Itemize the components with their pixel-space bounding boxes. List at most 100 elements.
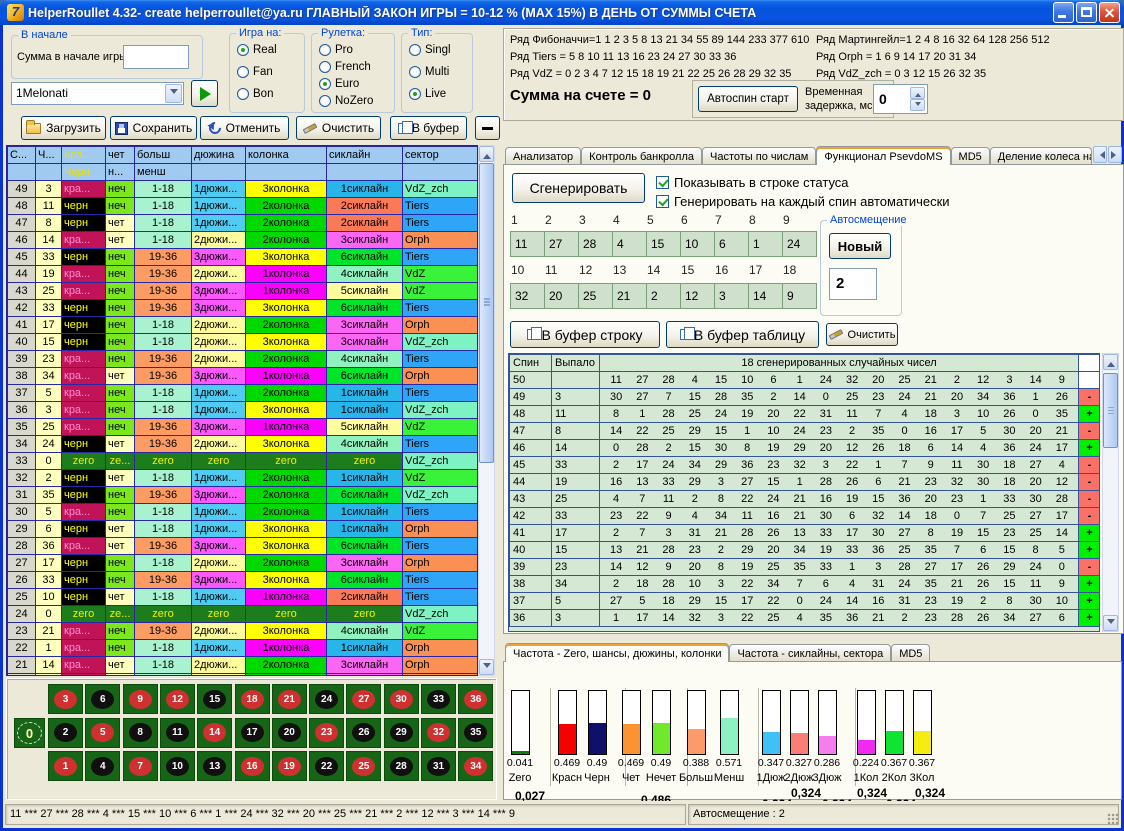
tab-частоты-по-числам[interactable]: Частоты по числам (702, 147, 816, 165)
board-cell-22[interactable]: 22 (309, 751, 344, 781)
chevron-down-icon[interactable] (165, 84, 182, 103)
radio-icon[interactable] (319, 61, 331, 73)
board-cell-5[interactable]: 5 (85, 718, 120, 748)
scrollbar-thumb[interactable] (1103, 373, 1118, 448)
close-button[interactable] (1099, 2, 1120, 23)
board-cell-7[interactable]: 7 (123, 751, 158, 781)
gen-table-row[interactable]: 37527518291517220241416312319283010+ (510, 593, 1101, 610)
table-row[interactable]: 322чернчет1-181дюжи...2колонка1сиклайнVd… (8, 470, 479, 487)
resize-grip[interactable] (1107, 813, 1119, 825)
board-cell-3[interactable]: 3 (48, 684, 83, 714)
gen-table-row[interactable]: 3631171432322254353621223282634276+ (510, 610, 1101, 627)
toolbar-button-4[interactable]: В буфер (390, 116, 467, 140)
table-row[interactable]: 363кра...неч1-181дюжи...3колонка1сиклайн… (8, 402, 479, 419)
table-row[interactable]: 3834кра...чет19-363дюжи...1колонка6сикла… (8, 368, 479, 385)
autoshift-value-field[interactable]: 2 (829, 268, 877, 300)
board-cell-30[interactable]: 30 (384, 684, 419, 714)
board-cell-18[interactable]: 18 (235, 684, 270, 714)
table-row[interactable]: 4533черннеч19-363дюжи...3колонка6сиклайн… (8, 249, 479, 266)
tab-контроль-банкролла[interactable]: Контроль банкролла (581, 147, 702, 165)
gen-table-row[interactable]: 42332322943411162130632141807252717- (510, 508, 1101, 525)
board-cell-17[interactable]: 17 (235, 718, 270, 748)
gen-table-scrollbar[interactable] (1102, 353, 1119, 632)
board-cell-36[interactable]: 36 (458, 684, 493, 714)
freq-tab-2[interactable]: MD5 (891, 644, 930, 662)
scroll-up-icon[interactable] (1103, 354, 1118, 370)
table-row[interactable]: 2014кра...чет1-182дюжи...2колонка3сиклай… (8, 674, 479, 677)
board-cell-35[interactable]: 35 (458, 718, 493, 748)
radio-icon[interactable] (319, 78, 331, 90)
start-sum-input[interactable] (123, 45, 189, 69)
gen-table-row[interactable]: 411727331212826133317302781915232514+ (510, 525, 1101, 542)
toolbar-button-2[interactable]: Отменить (200, 116, 289, 140)
board-cell-zero[interactable]: 0 (14, 718, 45, 748)
scroll-down-icon[interactable] (1103, 615, 1118, 631)
gen-table-row[interactable]: 43254711282224211619153620231333028- (510, 491, 1101, 508)
table-row[interactable]: 330zeroze...zerozerozerozeroVdZ_zch (8, 453, 479, 470)
new-shift-button[interactable]: Новый (829, 233, 891, 259)
table-row[interactable]: 2510чернчет1-181дюжи...1колонка2сиклайнT… (8, 589, 479, 606)
radio-icon[interactable] (409, 88, 421, 100)
spins-history-table[interactable]: С...Ч...Кра...четбольшдюжинаколонкасикла… (6, 145, 478, 676)
tab-анализатор[interactable]: Анализатор (505, 147, 581, 165)
board-cell-31[interactable]: 31 (421, 751, 456, 781)
tab-scroll-left-icon[interactable] (1093, 146, 1107, 163)
table-row[interactable]: 375кра...неч1-181дюжи...2колонка1сиклайн… (8, 385, 479, 402)
gen-table-row[interactable]: 4419161333293271512826621233230182012- (510, 474, 1101, 491)
spin-down-icon[interactable] (910, 99, 925, 111)
board-cell-16[interactable]: 16 (235, 751, 270, 781)
table-row[interactable]: 305кра...неч1-181дюжи...2колонка1сиклайн… (8, 504, 479, 521)
board-cell-8[interactable]: 8 (123, 718, 158, 748)
radio-type-singl[interactable]: Singl (409, 44, 451, 56)
gen-table-row[interactable]: 50112728415106124322025212123149 (510, 372, 1101, 389)
autospin-start-button[interactable]: Автоспин старт (698, 86, 798, 112)
board-cell-27[interactable]: 27 (346, 684, 381, 714)
board-cell-29[interactable]: 29 (384, 718, 419, 748)
board-cell-21[interactable]: 21 (272, 684, 307, 714)
board-cell-25[interactable]: 25 (346, 751, 381, 781)
board-cell-26[interactable]: 26 (346, 718, 381, 748)
tab-md5[interactable]: MD5 (951, 147, 990, 165)
tab-деление-колеса-на[interactable]: Деление колеса на (990, 147, 1092, 165)
table-row[interactable]: 3135черннеч19-363дюжи...2колонка6сиклайн… (8, 487, 479, 504)
table-row[interactable]: 4811черннеч1-181дюжи...2колонка2сиклайнT… (8, 198, 479, 215)
radio-roulette-euro[interactable]: Euro (319, 78, 359, 90)
scrollbar-thumb[interactable] (479, 163, 494, 463)
gen-table-row[interactable]: 47814222529151102423235016175302021- (510, 423, 1101, 440)
play-button[interactable] (191, 80, 218, 107)
board-cell-6[interactable]: 6 (85, 684, 120, 714)
gen-table-row[interactable]: 3834218281032234764312435212615119+ (510, 576, 1101, 593)
radio-type-live[interactable]: Live (409, 88, 446, 100)
radio-icon[interactable] (409, 44, 421, 56)
preset-combobox[interactable]: 1Melonati (11, 82, 184, 105)
board-cell-20[interactable]: 20 (272, 718, 307, 748)
checkbox-icon[interactable] (656, 195, 669, 208)
radio-game-fan[interactable]: Fan (237, 66, 273, 78)
radio-icon[interactable] (319, 44, 331, 56)
tab-scroll-right-icon[interactable] (1108, 146, 1122, 163)
freq-tab-1[interactable]: Частота - сиклайны, сектора (729, 644, 891, 662)
radio-roulette-french[interactable]: French (319, 61, 371, 73)
board-cell-28[interactable]: 28 (384, 751, 419, 781)
table-row[interactable]: 4015черннеч1-182дюжи...3колонка3сиклайнV… (8, 334, 479, 351)
table-row[interactable]: 240zeroze...zerozerozerozeroVdZ_zch (8, 606, 479, 623)
board-cell-1[interactable]: 1 (48, 751, 83, 781)
gen-table-row[interactable]: 39231412920819253533132827172629240- (510, 559, 1101, 576)
checkbox-icon[interactable] (656, 176, 669, 189)
board-cell-34[interactable]: 34 (458, 751, 493, 781)
radio-icon[interactable] (237, 44, 249, 56)
radio-game-real[interactable]: Real (237, 44, 277, 56)
table-row[interactable]: 3424чернчет19-362дюжи...3колонка4сиклайн… (8, 436, 479, 453)
checkbox-generate-each-spin[interactable]: Генерировать на каждый спин автоматическ… (656, 194, 950, 209)
table-row[interactable]: 4419кра...неч19-362дюжи...1колонка4сикла… (8, 266, 479, 283)
gen-table-row[interactable]: 4811812825241920223111741831026035+ (510, 406, 1101, 423)
board-cell-4[interactable]: 4 (85, 751, 120, 781)
radio-roulette-pro[interactable]: Pro (319, 44, 353, 56)
radio-game-bon[interactable]: Bon (237, 88, 273, 100)
table-row[interactable]: 296чернчет1-181дюжи...3колонка1сиклайнOr… (8, 521, 479, 538)
table-row[interactable]: 4614кра...чет1-182дюжи...2колонка3сиклай… (8, 232, 479, 249)
board-cell-12[interactable]: 12 (160, 684, 195, 714)
board-cell-24[interactable]: 24 (309, 684, 344, 714)
table-row[interactable]: 478чернчет1-181дюжи...2колонка2сиклайнTi… (8, 215, 479, 232)
table-row[interactable]: 493кра...неч1-181дюжи...3колонка1сиклайн… (8, 181, 479, 198)
